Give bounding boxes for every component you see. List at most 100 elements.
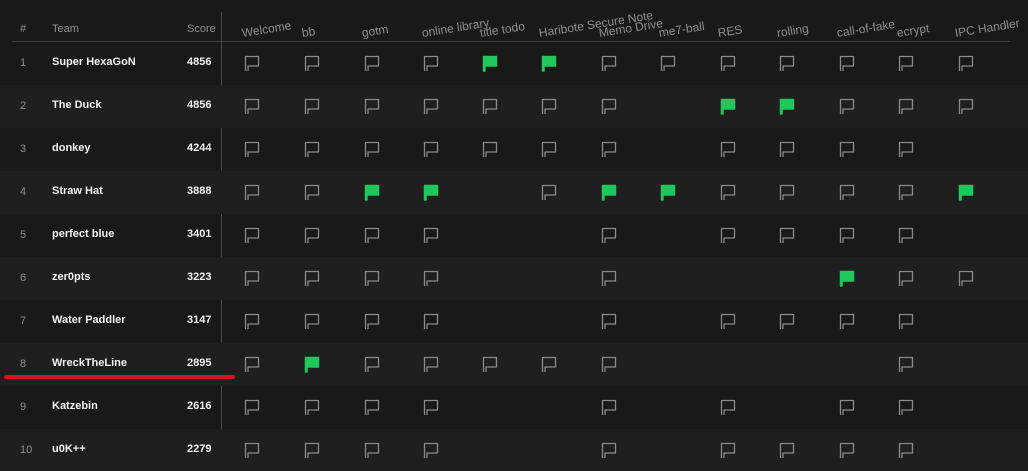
solved-flag-icon[interactable]	[541, 55, 557, 72]
unsolved-flag-icon[interactable]	[601, 399, 617, 416]
solved-flag-icon[interactable]	[364, 184, 380, 201]
unsolved-flag-icon[interactable]	[423, 399, 439, 416]
team-name-link[interactable]: Straw Hat	[52, 185, 103, 197]
unsolved-flag-icon[interactable]	[958, 270, 974, 287]
unsolved-flag-icon[interactable]	[244, 227, 260, 244]
unsolved-flag-icon[interactable]	[423, 442, 439, 459]
unsolved-flag-icon[interactable]	[244, 98, 260, 115]
unsolved-flag-icon[interactable]	[244, 55, 260, 72]
unsolved-flag-icon[interactable]	[839, 399, 855, 416]
unsolved-flag-icon[interactable]	[898, 98, 914, 115]
unsolved-flag-icon[interactable]	[898, 356, 914, 373]
challenge-header-gotm[interactable]: gotm	[361, 22, 390, 40]
unsolved-flag-icon[interactable]	[779, 313, 795, 330]
unsolved-flag-icon[interactable]	[839, 55, 855, 72]
unsolved-flag-icon[interactable]	[839, 227, 855, 244]
unsolved-flag-icon[interactable]	[839, 141, 855, 158]
team-name-link[interactable]: perfect blue	[52, 228, 114, 240]
challenge-header-res[interactable]: RES	[717, 22, 744, 40]
unsolved-flag-icon[interactable]	[364, 270, 380, 287]
unsolved-flag-icon[interactable]	[839, 98, 855, 115]
unsolved-flag-icon[interactable]	[364, 399, 380, 416]
challenge-header-welcome[interactable]: Welcome	[241, 18, 292, 40]
unsolved-flag-icon[interactable]	[779, 184, 795, 201]
unsolved-flag-icon[interactable]	[364, 227, 380, 244]
unsolved-flag-icon[interactable]	[839, 313, 855, 330]
unsolved-flag-icon[interactable]	[601, 270, 617, 287]
team-name-link[interactable]: Water Paddler	[52, 314, 126, 326]
unsolved-flag-icon[interactable]	[423, 141, 439, 158]
unsolved-flag-icon[interactable]	[423, 313, 439, 330]
solved-flag-icon[interactable]	[304, 356, 320, 373]
unsolved-flag-icon[interactable]	[364, 442, 380, 459]
unsolved-flag-icon[interactable]	[244, 356, 260, 373]
unsolved-flag-icon[interactable]	[898, 270, 914, 287]
team-name-link[interactable]: Katzebin	[52, 400, 98, 412]
unsolved-flag-icon[interactable]	[720, 184, 736, 201]
unsolved-flag-icon[interactable]	[304, 313, 320, 330]
challenge-header-bb[interactable]: bb	[301, 24, 316, 40]
unsolved-flag-icon[interactable]	[779, 227, 795, 244]
unsolved-flag-icon[interactable]	[720, 313, 736, 330]
solved-flag-icon[interactable]	[601, 184, 617, 201]
unsolved-flag-icon[interactable]	[898, 55, 914, 72]
unsolved-flag-icon[interactable]	[898, 184, 914, 201]
unsolved-flag-icon[interactable]	[304, 184, 320, 201]
unsolved-flag-icon[interactable]	[541, 141, 557, 158]
unsolved-flag-icon[interactable]	[898, 442, 914, 459]
unsolved-flag-icon[interactable]	[304, 55, 320, 72]
unsolved-flag-icon[interactable]	[779, 141, 795, 158]
challenge-header-call-of-fake[interactable]: call-of-fake	[836, 17, 896, 40]
team-name-link[interactable]: u0K++	[52, 443, 86, 455]
team-name-link[interactable]: zer0pts	[52, 271, 91, 283]
unsolved-flag-icon[interactable]	[304, 227, 320, 244]
unsolved-flag-icon[interactable]	[720, 141, 736, 158]
unsolved-flag-icon[interactable]	[244, 184, 260, 201]
unsolved-flag-icon[interactable]	[958, 98, 974, 115]
unsolved-flag-icon[interactable]	[720, 442, 736, 459]
unsolved-flag-icon[interactable]	[601, 356, 617, 373]
unsolved-flag-icon[interactable]	[244, 442, 260, 459]
unsolved-flag-icon[interactable]	[898, 313, 914, 330]
unsolved-flag-icon[interactable]	[304, 270, 320, 287]
solved-flag-icon[interactable]	[660, 184, 676, 201]
unsolved-flag-icon[interactable]	[839, 184, 855, 201]
unsolved-flag-icon[interactable]	[720, 55, 736, 72]
unsolved-flag-icon[interactable]	[304, 442, 320, 459]
unsolved-flag-icon[interactable]	[541, 184, 557, 201]
unsolved-flag-icon[interactable]	[304, 141, 320, 158]
solved-flag-icon[interactable]	[720, 98, 736, 115]
team-name-link[interactable]: Super HexaGoN	[52, 56, 136, 68]
solved-flag-icon[interactable]	[958, 184, 974, 201]
team-name-link[interactable]: The Duck	[52, 99, 102, 111]
unsolved-flag-icon[interactable]	[541, 98, 557, 115]
unsolved-flag-icon[interactable]	[898, 141, 914, 158]
unsolved-flag-icon[interactable]	[898, 227, 914, 244]
unsolved-flag-icon[interactable]	[541, 356, 557, 373]
unsolved-flag-icon[interactable]	[364, 313, 380, 330]
unsolved-flag-icon[interactable]	[244, 270, 260, 287]
unsolved-flag-icon[interactable]	[601, 442, 617, 459]
unsolved-flag-icon[interactable]	[364, 55, 380, 72]
solved-flag-icon[interactable]	[482, 55, 498, 72]
unsolved-flag-icon[interactable]	[244, 399, 260, 416]
unsolved-flag-icon[interactable]	[423, 227, 439, 244]
score-column-header[interactable]: Score	[187, 23, 216, 35]
unsolved-flag-icon[interactable]	[423, 98, 439, 115]
unsolved-flag-icon[interactable]	[720, 399, 736, 416]
unsolved-flag-icon[interactable]	[364, 356, 380, 373]
solved-flag-icon[interactable]	[779, 98, 795, 115]
unsolved-flag-icon[interactable]	[482, 356, 498, 373]
unsolved-flag-icon[interactable]	[304, 399, 320, 416]
unsolved-flag-icon[interactable]	[660, 55, 676, 72]
unsolved-flag-icon[interactable]	[601, 98, 617, 115]
unsolved-flag-icon[interactable]	[601, 227, 617, 244]
unsolved-flag-icon[interactable]	[779, 442, 795, 459]
unsolved-flag-icon[interactable]	[720, 227, 736, 244]
unsolved-flag-icon[interactable]	[244, 313, 260, 330]
challenge-header-rolling[interactable]: rolling	[776, 21, 810, 40]
unsolved-flag-icon[interactable]	[304, 98, 320, 115]
challenge-header-ecrypt[interactable]: ecrypt	[896, 21, 930, 40]
unsolved-flag-icon[interactable]	[364, 98, 380, 115]
solved-flag-icon[interactable]	[839, 270, 855, 287]
